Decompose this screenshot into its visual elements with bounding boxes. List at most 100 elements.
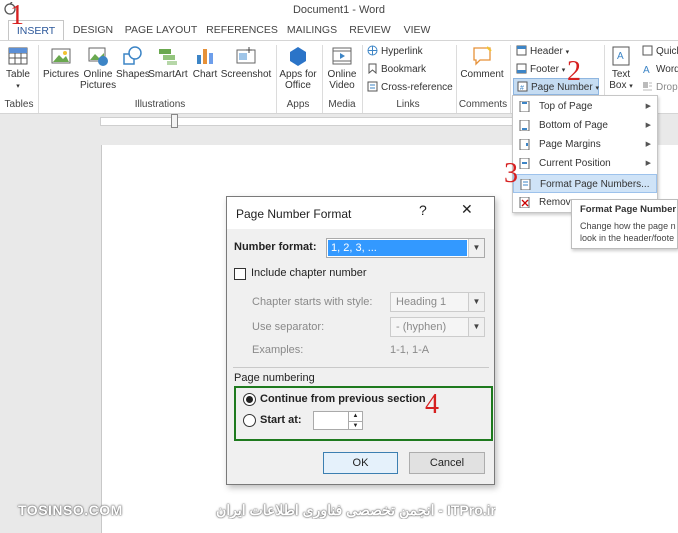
continue-from-previous-label[interactable]: Continue from previous section <box>260 393 426 405</box>
table-button[interactable]: Table ▾ <box>2 45 34 92</box>
page-bottom-icon <box>519 120 530 131</box>
page-number-button[interactable]: # Page Number ▾ <box>513 78 599 95</box>
number-format-value: 1, 2, 3, ... <box>328 240 467 256</box>
chapter-style-value: Heading 1 <box>396 296 447 308</box>
drop-cap-icon <box>643 82 652 91</box>
number-format-select[interactable]: 1, 2, 3, ... ▼ <box>326 238 485 258</box>
online-video-button[interactable]: Online Video <box>324 45 360 91</box>
comment-button[interactable]: Comment <box>458 45 506 80</box>
divider <box>233 367 489 368</box>
chevron-down-icon[interactable]: ▼ <box>468 293 484 311</box>
chart-button[interactable]: Chart <box>190 45 220 80</box>
menu-item-current-position[interactable]: Current Position ▶ <box>513 154 657 173</box>
window-title: Document1 - Word <box>292 4 386 16</box>
menu-item-page-margins[interactable]: Page Margins ▶ <box>513 135 657 154</box>
watermark: TOSINSO.COM ITPro.ir - انجمن تخصصی فناور… <box>0 496 678 526</box>
header-button[interactable]: Header ▾ <box>516 45 569 57</box>
hyperlink-icon <box>367 45 378 56</box>
cancel-button[interactable]: Cancel <box>409 452 485 474</box>
page-number-format-dialog: Page Number Format ? ✕ Number format: 1,… <box>226 196 495 485</box>
cross-reference-icon <box>367 81 378 92</box>
menu-item-format-page-numbers[interactable]: Format Page Numbers... <box>513 174 657 193</box>
separator-select[interactable]: - (hyphen) ▼ <box>390 317 485 337</box>
number-format-label: Number format: <box>234 241 317 253</box>
tab-references[interactable]: REFERENCES <box>206 20 278 40</box>
text-box-icon: A <box>612 46 630 66</box>
cross-reference-button[interactable]: Cross-reference <box>367 81 453 93</box>
title-bar: Document1 - Word <box>0 0 678 20</box>
include-chapter-checkbox[interactable] <box>234 268 246 280</box>
apps-for-office-button[interactable]: Apps for Office <box>278 45 318 91</box>
screenshot-button[interactable]: Screenshot <box>220 45 272 80</box>
format-page-numbers-icon <box>520 179 531 190</box>
comment-icon <box>473 46 492 66</box>
group-media-label: Media <box>328 99 356 110</box>
svg-text:A: A <box>617 51 624 62</box>
start-at-label[interactable]: Start at: <box>260 414 302 426</box>
separator-value: - (hyphen) <box>396 321 447 333</box>
chevron-down-icon[interactable]: ▼ <box>468 239 484 257</box>
page-margins-icon <box>519 139 530 150</box>
tab-design[interactable]: DESIGN <box>70 20 116 40</box>
footer-icon <box>516 63 527 74</box>
smartart-icon <box>159 49 177 65</box>
group-comments-label: Comments <box>458 99 508 110</box>
group-apps-label: Apps <box>286 99 310 110</box>
text-box-button[interactable]: A Text Box ▾ <box>606 45 636 92</box>
watermark-left: TOSINSO.COM <box>18 502 123 518</box>
continue-from-previous-radio[interactable] <box>243 393 256 406</box>
examples-value: 1-1, 1-A <box>390 344 430 356</box>
indent-marker[interactable] <box>171 114 178 128</box>
tab-page-layout[interactable]: PAGE LAYOUT <box>124 20 198 40</box>
start-at-radio[interactable] <box>243 414 256 427</box>
ribbon-divider <box>276 45 277 113</box>
spin-up-icon[interactable]: ▲ <box>348 412 362 421</box>
examples-label: Examples: <box>252 344 304 356</box>
tooltip-format-page-number: Format Page Number Change how the page n… <box>571 199 678 249</box>
quick-parts-button[interactable]: Quick <box>642 45 678 57</box>
separator-label: Use separator: <box>252 321 325 333</box>
menu-item-top-of-page[interactable]: Top of Page ▶ <box>513 97 657 116</box>
pictures-button[interactable]: Pictures <box>42 45 80 80</box>
chapter-style-select[interactable]: Heading 1 ▼ <box>390 292 485 312</box>
tab-review[interactable]: REVIEW <box>348 20 392 40</box>
ribbon-divider <box>510 45 511 113</box>
chevron-down-icon[interactable]: ▼ <box>468 318 484 336</box>
pictures-icon <box>51 48 71 64</box>
spin-down-icon[interactable]: ▼ <box>348 421 362 429</box>
menu-item-bottom-of-page[interactable]: Bottom of Page ▶ <box>513 116 657 135</box>
tooltip-title: Format Page Number <box>580 204 677 215</box>
footer-button[interactable]: Footer ▾ <box>516 63 565 75</box>
page-top-icon <box>519 101 530 112</box>
table-icon <box>8 47 28 65</box>
start-at-input[interactable]: ▲ ▼ <box>313 411 363 430</box>
hyperlink-button[interactable]: Hyperlink <box>367 45 423 57</box>
group-illustrations-label: Illustrations <box>134 99 186 110</box>
online-pictures-button[interactable]: Online Pictures <box>80 45 116 91</box>
bookmark-button[interactable]: Bookmark <box>367 63 426 75</box>
wordart-icon: A <box>643 65 650 74</box>
chapter-starts-label: Chapter starts with style: <box>252 296 373 308</box>
step-marker-3: 3 <box>504 158 518 189</box>
help-button[interactable]: ? <box>419 202 427 218</box>
chart-icon <box>197 49 213 64</box>
ruler-strip[interactable] <box>100 117 520 126</box>
header-icon <box>516 45 527 56</box>
watermark-right: ITPro.ir - انجمن تخصصی فناوری اطلاعات ای… <box>215 502 496 518</box>
wordart-button[interactable]: A Word <box>642 63 678 75</box>
drop-cap-button[interactable]: Drop <box>642 81 678 93</box>
group-tables-label: Tables <box>4 99 34 110</box>
include-chapter-label[interactable]: Include chapter number <box>251 267 367 279</box>
close-button[interactable]: ✕ <box>461 201 473 218</box>
step-marker-2: 2 <box>567 56 581 87</box>
tab-mailings[interactable]: MAILINGS <box>284 20 340 40</box>
tab-view[interactable]: VIEW <box>400 20 434 40</box>
step-marker-4: 4 <box>425 389 439 420</box>
shapes-button[interactable]: Shapes <box>116 45 150 80</box>
svg-text:A: A <box>643 65 650 74</box>
page-number-menu: Top of Page ▶ Bottom of Page ▶ Page Margin… <box>512 95 658 213</box>
smartart-button[interactable]: SmartArt <box>148 45 188 80</box>
ribbon-divider <box>322 45 323 113</box>
ok-button[interactable]: OK <box>323 452 398 474</box>
current-position-icon <box>519 158 530 169</box>
